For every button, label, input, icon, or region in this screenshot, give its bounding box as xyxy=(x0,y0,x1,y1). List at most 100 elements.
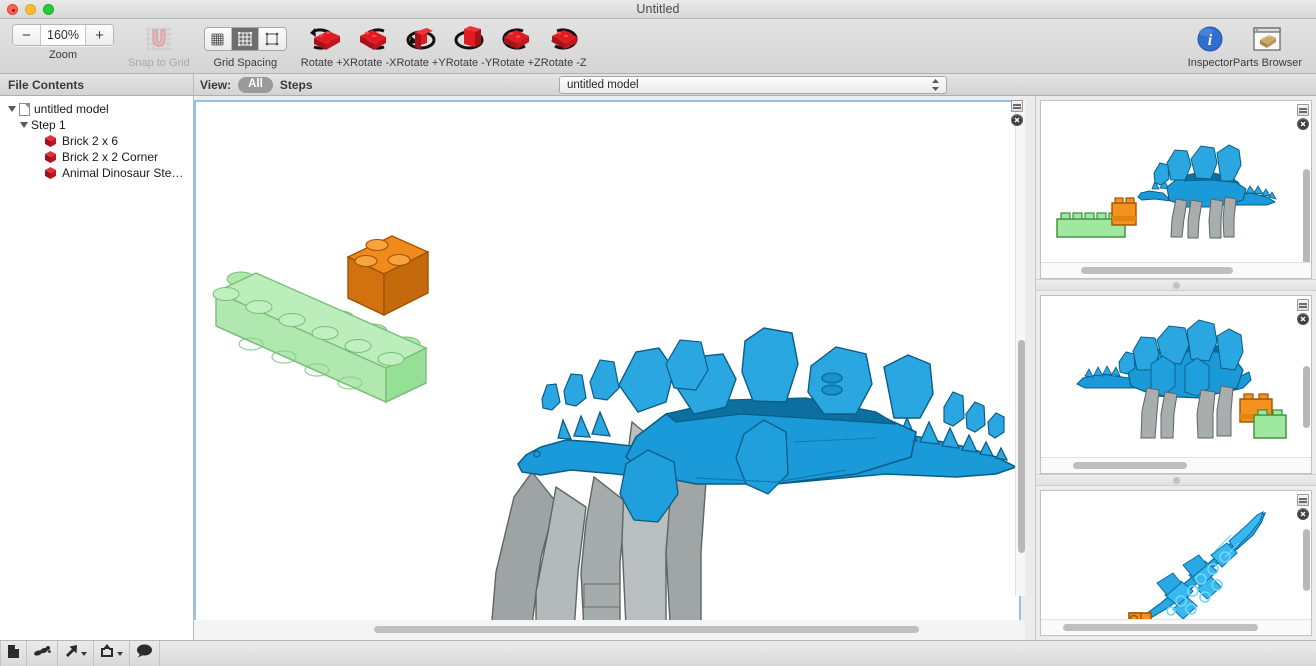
rotate-y-plus-button[interactable]: Rotate +Y xyxy=(396,19,446,74)
view-label: View: xyxy=(200,77,232,92)
minimize-window-button[interactable] xyxy=(25,4,36,15)
close-pane-icon[interactable] xyxy=(1297,313,1309,325)
thumbnail-pane-buttons xyxy=(1297,494,1309,520)
thumbnail-horizontal-scrollbar[interactable] xyxy=(1041,619,1311,635)
zoom-in-button[interactable]: + xyxy=(85,25,113,45)
view-all-tab[interactable]: All xyxy=(238,76,273,93)
split-pane-icon[interactable] xyxy=(1011,100,1023,112)
tree-item-step[interactable]: Step 1 xyxy=(0,117,193,133)
chevron-down-icon[interactable] xyxy=(81,651,87,656)
rotate-z-plus-icon[interactable] xyxy=(494,24,538,54)
parts-browser-button[interactable]: Parts Browser xyxy=(1233,19,1302,74)
parts-button[interactable] xyxy=(27,641,58,666)
rotate-z-minus-label: Rotate -Z xyxy=(540,57,587,69)
main-toolbar: − 160% + Zoom Snap to Grid Grid Spacing … xyxy=(0,19,1316,74)
rotate-y-plus-icon[interactable] xyxy=(399,24,443,54)
inspector-label: Inspector xyxy=(1187,57,1233,69)
thumbnail-pane-buttons xyxy=(1297,104,1309,130)
model-canvas[interactable] xyxy=(194,100,1021,634)
rotate-z-minus-icon[interactable] xyxy=(542,24,586,54)
close-window-button[interactable] xyxy=(7,4,18,15)
thumbnail-viewport[interactable] xyxy=(1040,295,1312,474)
canvas-vertical-scrollbar[interactable] xyxy=(1015,100,1025,596)
add-step-button[interactable] xyxy=(94,641,130,666)
thumbnail-vertical-scrollbar[interactable] xyxy=(1303,334,1310,451)
disclosure-triangle-icon[interactable] xyxy=(18,120,29,131)
rotate-y-minus-icon[interactable] xyxy=(447,24,491,54)
chevron-updown-icon xyxy=(931,78,940,92)
scrollbar-thumb[interactable] xyxy=(1018,340,1025,553)
maximize-window-button[interactable] xyxy=(43,4,54,15)
zoom-value[interactable]: 160% xyxy=(41,25,85,45)
rotate-y-minus-button[interactable]: Rotate -Y xyxy=(446,19,492,74)
view-thumbnail-3[interactable] xyxy=(1036,486,1316,640)
close-pane-icon[interactable] xyxy=(1011,114,1023,126)
canvas-outer xyxy=(194,96,1025,634)
thumbnail-viewport[interactable] xyxy=(1040,100,1312,279)
thumbnail-vertical-scrollbar[interactable] xyxy=(1303,529,1310,613)
scrollbar-thumb[interactable] xyxy=(1073,462,1187,469)
thumbnail-vertical-scrollbar[interactable] xyxy=(1303,139,1310,269)
thumbnail-horizontal-scrollbar[interactable] xyxy=(1041,262,1311,278)
canvas-horizontal-scrollbar[interactable] xyxy=(194,620,1025,640)
close-pane-icon[interactable] xyxy=(1297,508,1309,520)
arrow-up-right-icon xyxy=(64,644,78,663)
info-icon[interactable]: i xyxy=(1188,24,1232,54)
disclosure-triangle-icon[interactable] xyxy=(6,104,17,115)
view-thumbnail-1[interactable] xyxy=(1036,96,1316,279)
scrollbar-thumb[interactable] xyxy=(1303,169,1310,269)
scrollbar-thumb[interactable] xyxy=(1063,624,1258,631)
main-body: untitled model Step 1 Brick 2 x 6 Brick … xyxy=(0,96,1316,640)
grid-spacing-medium-button[interactable] xyxy=(231,28,259,50)
tree-item-model[interactable]: untitled model xyxy=(0,101,193,117)
thumbnail-horizontal-scrollbar[interactable] xyxy=(1041,457,1311,473)
thumbnail-scene-1 xyxy=(1041,101,1311,278)
canvas-area xyxy=(194,96,1035,640)
rotate-x-minus-label: Rotate -X xyxy=(350,57,397,69)
grid-spacing-fine-button[interactable] xyxy=(205,28,232,50)
split-pane-icon[interactable] xyxy=(1297,494,1309,506)
inspector-button[interactable]: i Inspector xyxy=(1188,19,1233,74)
grid-spacing-segmented[interactable] xyxy=(203,27,287,51)
zoom-label: Zoom xyxy=(48,49,78,61)
rotate-z-minus-button[interactable]: Rotate -Z xyxy=(541,19,587,74)
model-select[interactable]: untitled model xyxy=(559,75,947,94)
view-thumbnail-2[interactable] xyxy=(1036,291,1316,474)
thumbnail-scene-3 xyxy=(1041,491,1311,635)
chevron-down-icon[interactable] xyxy=(117,651,123,656)
comment-button[interactable] xyxy=(130,641,160,666)
parts-browser-label: Parts Browser xyxy=(1232,57,1302,69)
parts-browser-icon[interactable] xyxy=(1245,24,1289,54)
thumbnail-divider-2[interactable] xyxy=(1036,474,1316,486)
scrollbar-thumb[interactable] xyxy=(374,626,919,633)
snap-to-grid-group[interactable]: Snap to Grid xyxy=(128,19,190,74)
tree-item-label: Animal Dinosaur Ste… xyxy=(62,166,184,180)
add-part-button[interactable] xyxy=(58,641,94,666)
zoom-out-button[interactable]: − xyxy=(13,25,41,45)
magnet-icon[interactable] xyxy=(137,24,181,54)
close-pane-icon[interactable] xyxy=(1297,118,1309,130)
file-contents-sidebar: untitled model Step 1 Brick 2 x 6 Brick … xyxy=(0,96,194,640)
rotate-x-plus-icon[interactable] xyxy=(303,24,347,54)
new-document-button[interactable] xyxy=(0,641,27,666)
traffic-lights xyxy=(7,4,54,15)
tree-item-animal-dinosaur[interactable]: Animal Dinosaur Ste… xyxy=(0,165,193,181)
thumbnail-divider-1[interactable] xyxy=(1036,279,1316,291)
scrollbar-thumb[interactable] xyxy=(1303,366,1310,428)
thumbnail-pane-buttons xyxy=(1297,299,1309,325)
rotate-x-plus-button[interactable]: Rotate +X xyxy=(301,19,350,74)
split-pane-icon[interactable] xyxy=(1297,299,1309,311)
zoom-stepper[interactable]: − 160% + xyxy=(12,24,114,46)
thumbnail-viewport[interactable] xyxy=(1040,490,1312,636)
tree-item-brick-2x6[interactable]: Brick 2 x 6 xyxy=(0,133,193,149)
scrollbar-thumb[interactable] xyxy=(1081,267,1233,274)
scrollbar-thumb[interactable] xyxy=(1303,529,1310,591)
tree-item-brick-2x2-corner[interactable]: Brick 2 x 2 Corner xyxy=(0,149,193,165)
rotate-x-minus-icon[interactable] xyxy=(351,24,395,54)
split-pane-icon[interactable] xyxy=(1297,104,1309,116)
divider-grip xyxy=(1172,281,1180,289)
rotate-z-plus-button[interactable]: Rotate +Z xyxy=(492,19,541,74)
view-steps-tab[interactable]: Steps xyxy=(280,78,313,92)
grid-spacing-coarse-button[interactable] xyxy=(259,28,286,50)
rotate-x-minus-button[interactable]: Rotate -X xyxy=(350,19,396,74)
